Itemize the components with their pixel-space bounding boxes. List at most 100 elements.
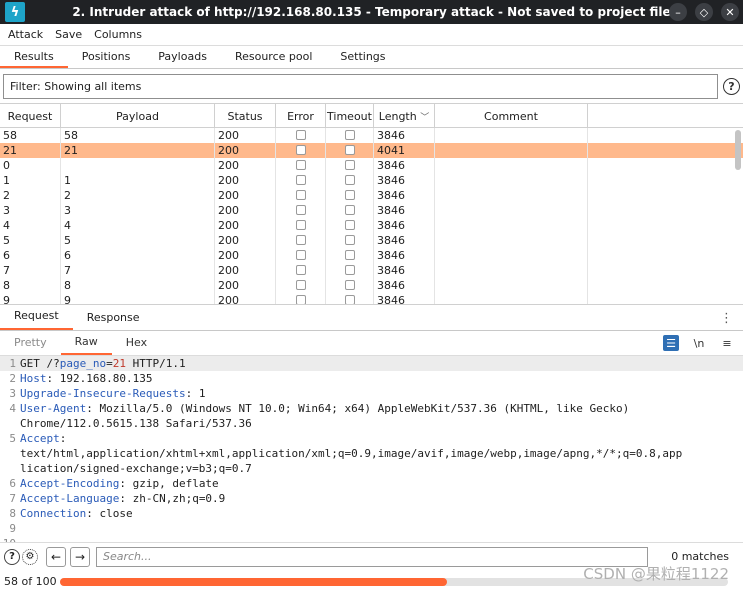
tab-pretty[interactable]: Pretty <box>0 332 61 354</box>
cell-comment <box>435 248 588 263</box>
table-row[interactable]: 8 8 200 3846 <box>0 278 743 293</box>
menu-attack[interactable]: Attack <box>2 24 49 46</box>
settings-gear-icon[interactable]: ⚙ <box>22 548 38 565</box>
previous-match-button[interactable]: ← <box>46 546 66 567</box>
cell-request: 1 <box>0 173 61 188</box>
code-text: Accept-Encoding: gzip, deflate <box>20 476 219 491</box>
error-checkbox <box>295 130 306 140</box>
header-value: : close <box>86 507 133 520</box>
error-checkbox <box>295 145 306 155</box>
table-row[interactable]: 21 21 200 4041 <box>0 143 743 158</box>
header-value: : 192.168.80.135 <box>46 372 153 385</box>
filter-bar[interactable]: Filter: Showing all items <box>3 73 718 99</box>
editor-line: text/html,application/xhtml+xml,applicat… <box>0 446 743 461</box>
cell-payload: 58 <box>61 128 215 143</box>
column-error[interactable]: Error <box>276 104 326 128</box>
cell-length: 3846 <box>374 278 435 293</box>
column-length[interactable]: Length ﹀ <box>374 104 435 128</box>
table-row[interactable]: 6 6 200 3846 <box>0 248 743 263</box>
header-key: GET /? <box>20 357 60 370</box>
header-value: lication/signed-exchange;v=b3;q=0.7 <box>20 462 252 475</box>
tab-resource-pool[interactable]: Resource pool <box>221 46 326 68</box>
cell-payload: 2 <box>61 188 215 203</box>
cell-comment <box>435 278 588 293</box>
cell-payload: 21 <box>61 143 215 158</box>
help-icon[interactable]: ? <box>4 548 20 565</box>
wrap-lines-icon[interactable]: ☰ <box>663 335 679 351</box>
cell-request: 3 <box>0 203 61 218</box>
cell-status: 200 <box>215 128 276 143</box>
table-row[interactable]: 9 9 200 3846 <box>0 293 743 304</box>
line-number: 8 <box>9 507 16 520</box>
window-title: 2. Intruder attack of http://192.168.80.… <box>72 5 671 19</box>
menu-columns[interactable]: Columns <box>88 24 148 46</box>
more-options-icon[interactable]: ⋮ <box>720 311 733 326</box>
code-text: Accept-Language: zh-CN,zh;q=0.9 <box>20 491 225 506</box>
tab-positions[interactable]: Positions <box>68 46 145 68</box>
header-key: User-Agent <box>20 402 87 415</box>
line-number: 6 <box>9 477 16 490</box>
show-newlines-icon[interactable]: \n <box>691 335 707 351</box>
close-button[interactable]: ✕ <box>721 3 739 21</box>
column-length-label: Length <box>378 109 417 123</box>
cell-status: 200 <box>215 218 276 233</box>
tab-payloads[interactable]: Payloads <box>144 46 221 68</box>
cell-length: 4041 <box>374 143 435 158</box>
table-row[interactable]: 58 58 200 3846 <box>0 128 743 143</box>
cell-request: 0 <box>0 158 61 173</box>
error-checkbox <box>295 160 306 170</box>
error-checkbox <box>295 175 306 185</box>
progress-label: 58 of 100 <box>4 574 57 588</box>
code-text: Accept: <box>20 431 66 446</box>
column-status[interactable]: Status <box>215 104 276 128</box>
cell-comment <box>435 263 588 278</box>
cell-payload: 1 <box>61 173 215 188</box>
tab-request[interactable]: Request <box>0 304 73 330</box>
tab-hex[interactable]: Hex <box>112 332 161 354</box>
editor-line: 4 User-Agent: Mozilla/5.0 (Windows NT 10.… <box>0 401 743 416</box>
error-checkbox <box>295 220 306 230</box>
message-tabs: Request Response ⋮ <box>0 305 743 331</box>
editor-line: 7 Accept-Language: zh-CN,zh;q=0.9 <box>0 491 743 506</box>
line-number <box>0 416 20 431</box>
tab-results[interactable]: Results <box>0 46 68 68</box>
search-input[interactable]: Search... <box>96 546 648 567</box>
cell-length: 3846 <box>374 248 435 263</box>
header-key: Accept-Encoding <box>20 477 120 490</box>
table-row[interactable]: 3 3 200 3846 <box>0 203 743 218</box>
column-request[interactable]: Request <box>0 104 61 128</box>
progress-row: 58 of 100 CSDN @果粒程1122 <box>0 565 743 592</box>
table-row[interactable]: 1 1 200 3846 <box>0 173 743 188</box>
table-row[interactable]: 2 2 200 3846 <box>0 188 743 203</box>
next-match-button[interactable]: → <box>70 546 90 567</box>
table-row[interactable]: 0 200 3846 <box>0 158 743 173</box>
param-name: page_no <box>59 357 107 370</box>
cell-status: 200 <box>215 293 276 304</box>
help-icon[interactable]: ? <box>723 77 740 95</box>
cell-payload: 9 <box>61 293 215 304</box>
column-comment[interactable]: Comment <box>435 104 588 128</box>
tab-raw[interactable]: Raw <box>60 331 112 355</box>
column-timeout[interactable]: Timeout <box>326 104 374 128</box>
cell-length: 3846 <box>374 263 435 278</box>
minimize-button[interactable]: – <box>669 3 687 21</box>
cell-comment <box>435 128 588 143</box>
code-text: Connection: close <box>20 506 133 521</box>
header-key: Accept <box>20 432 60 445</box>
maximize-button[interactable]: ◇ <box>695 3 713 21</box>
header-value: text/html,application/xhtml+xml,applicat… <box>20 447 683 460</box>
column-payload[interactable]: Payload <box>61 104 215 128</box>
menu-icon[interactable]: ≡ <box>719 335 735 351</box>
cell-comment <box>435 293 588 304</box>
menu-save[interactable]: Save <box>49 24 88 46</box>
request-editor[interactable]: 1 GET /?page_no=21 HTTP/1.1 2 Host: 192.168… <box>0 356 743 542</box>
results-scrollbar[interactable] <box>735 130 741 170</box>
param-value: 21 <box>112 357 126 370</box>
tab-settings[interactable]: Settings <box>326 46 399 68</box>
table-row[interactable]: 4 4 200 3846 <box>0 218 743 233</box>
cell-payload: 7 <box>61 263 215 278</box>
tab-response[interactable]: Response <box>73 306 154 330</box>
table-row[interactable]: 5 5 200 3846 <box>0 233 743 248</box>
editor-line: 3 Upgrade-Insecure-Requests: 1 <box>0 386 743 401</box>
table-row[interactable]: 7 7 200 3846 <box>0 263 743 278</box>
